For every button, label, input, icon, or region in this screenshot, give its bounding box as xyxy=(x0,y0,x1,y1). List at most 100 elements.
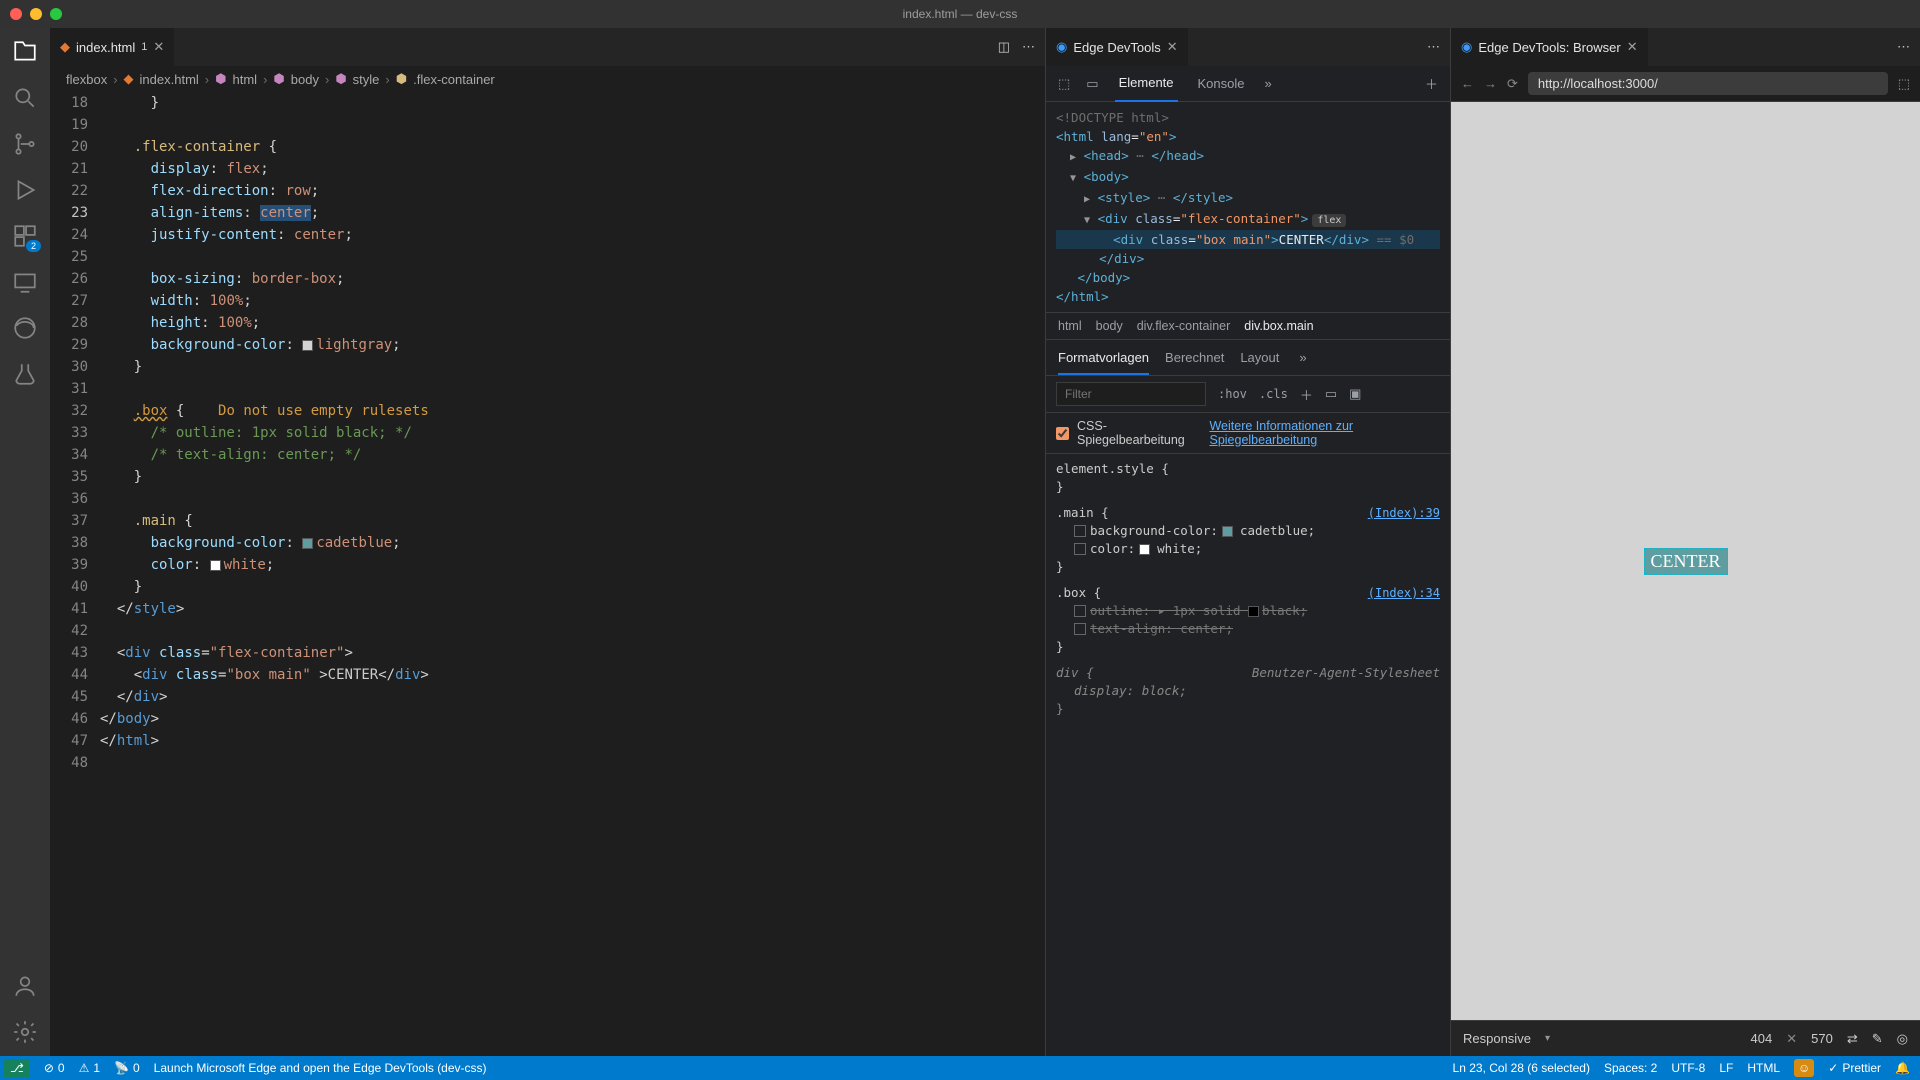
dom-tree[interactable]: <!DOCTYPE html> <html lang="en"> ▶ <head… xyxy=(1046,102,1450,312)
breadcrumb-item[interactable]: flexbox xyxy=(66,72,107,87)
breadcrumb-item[interactable]: style xyxy=(353,72,380,87)
reload-icon[interactable]: ⟳ xyxy=(1507,76,1518,92)
code-lines[interactable]: } .flex-container { display: flex; flex-… xyxy=(100,92,1045,1056)
extensions-icon[interactable]: 2 xyxy=(11,222,39,250)
dom-node[interactable]: </body> xyxy=(1056,268,1440,287)
prettier-status[interactable]: ✓ Prettier xyxy=(1828,1061,1881,1075)
maximize-window-button[interactable] xyxy=(50,8,62,20)
edge-icon[interactable] xyxy=(11,314,39,342)
dom-node[interactable]: ▶ <head> ⋯ </head> xyxy=(1056,146,1440,167)
url-input[interactable]: http://localhost:3000/ xyxy=(1528,72,1888,95)
split-editor-icon[interactable]: ◫ xyxy=(998,39,1010,55)
prop-checkbox[interactable] xyxy=(1074,543,1086,555)
rule-selector[interactable]: .main { xyxy=(1056,505,1109,520)
encoding[interactable]: UTF-8 xyxy=(1671,1061,1705,1075)
remote-indicator[interactable]: ⎇ xyxy=(4,1059,30,1077)
source-link[interactable]: (Index):39 xyxy=(1368,504,1440,522)
cls-toggle[interactable]: .cls xyxy=(1259,387,1288,401)
dom-node[interactable]: <html lang="en"> xyxy=(1056,127,1440,146)
elements-tab[interactable]: Elemente xyxy=(1115,66,1178,102)
chevron-down-icon[interactable]: ▾ xyxy=(1545,1033,1550,1044)
more-icon[interactable]: ⋯ xyxy=(1022,39,1035,55)
more-icon[interactable]: ⋯ xyxy=(1897,39,1910,55)
devtools-tab[interactable]: ◉ Edge DevTools ✕ xyxy=(1046,28,1189,66)
crumb-item[interactable]: div.box.main xyxy=(1244,319,1313,333)
search-icon[interactable] xyxy=(11,84,39,112)
devtools-breadcrumb[interactable]: html body div.flex-container div.box.mai… xyxy=(1046,312,1450,340)
record-icon[interactable]: ◎ xyxy=(1897,1031,1908,1047)
breadcrumb-item[interactable]: index.html xyxy=(140,72,199,87)
breadcrumb-item[interactable]: body xyxy=(291,72,319,87)
dom-node-selected[interactable]: <div class="box main">CENTER</div> == $0 xyxy=(1056,230,1440,249)
toggle-icon[interactable]: ▭ xyxy=(1325,386,1337,402)
breadcrumb-item[interactable]: .flex-container xyxy=(413,72,495,87)
dom-node[interactable]: ▼ <div class="flex-container">flex xyxy=(1056,209,1440,230)
gear-icon[interactable] xyxy=(11,1018,39,1046)
flex-badge[interactable]: flex xyxy=(1312,214,1346,227)
viewport-width[interactable]: 404 xyxy=(1751,1031,1773,1046)
explorer-icon[interactable] xyxy=(11,38,39,66)
layout-tab[interactable]: Layout xyxy=(1240,350,1279,365)
code-editor[interactable]: 1819202122232425262728293031323334353637… xyxy=(50,92,1045,1056)
prop-checkbox[interactable] xyxy=(1074,623,1086,635)
styles-tab[interactable]: Formatvorlagen xyxy=(1058,350,1149,375)
launch-task[interactable]: Launch Microsoft Edge and open the Edge … xyxy=(154,1061,487,1075)
more-tabs-icon[interactable]: » xyxy=(1299,350,1306,365)
responsive-mode-select[interactable]: Responsive xyxy=(1463,1031,1531,1046)
crumb-item[interactable]: body xyxy=(1096,319,1123,333)
eol[interactable]: LF xyxy=(1719,1061,1733,1075)
dom-node[interactable]: </html> xyxy=(1056,287,1440,306)
styles-rules[interactable]: element.style {} (Index):39 .main { back… xyxy=(1046,454,1450,1056)
test-icon[interactable] xyxy=(11,360,39,388)
close-icon[interactable]: ✕ xyxy=(1167,39,1178,55)
source-link[interactable]: (Index):34 xyxy=(1368,584,1440,602)
console-tab[interactable]: Konsole xyxy=(1194,66,1249,102)
close-window-button[interactable] xyxy=(10,8,22,20)
browser-viewport[interactable]: CENTER xyxy=(1451,102,1920,1020)
dom-node[interactable]: </div> xyxy=(1056,249,1440,268)
screenshot-icon[interactable]: ✎ xyxy=(1872,1031,1883,1047)
computed-tab[interactable]: Berechnet xyxy=(1165,350,1224,365)
run-debug-icon[interactable] xyxy=(11,176,39,204)
hov-toggle[interactable]: :hov xyxy=(1218,387,1247,401)
close-icon[interactable]: ✕ xyxy=(153,39,164,55)
source-control-icon[interactable] xyxy=(11,130,39,158)
add-tab-icon[interactable]: ＋ xyxy=(1425,74,1438,93)
breadcrumb-item[interactable]: html xyxy=(233,72,258,87)
breadcrumb[interactable]: flexbox› ◆index.html› ⬢html› ⬢body› ⬢sty… xyxy=(50,66,1045,92)
device-icon[interactable]: ▭ xyxy=(1086,76,1098,92)
crumb-item[interactable]: div.flex-container xyxy=(1137,319,1231,333)
inspect-icon[interactable]: ⬚ xyxy=(1898,76,1910,92)
styles-filter-input[interactable] xyxy=(1056,382,1206,406)
prop-checkbox[interactable] xyxy=(1074,605,1086,617)
close-icon[interactable]: ✕ xyxy=(1627,39,1638,55)
back-icon[interactable]: ← xyxy=(1461,76,1474,91)
more-tabs-icon[interactable]: » xyxy=(1265,76,1272,91)
rule-selector[interactable]: element.style { xyxy=(1056,461,1169,476)
viewport-height[interactable]: 570 xyxy=(1811,1031,1833,1046)
editor-tab[interactable]: ◆ index.html 1 ✕ xyxy=(50,28,175,66)
browser-tab[interactable]: ◉ Edge DevTools: Browser ✕ xyxy=(1451,28,1649,66)
feedback-icon[interactable]: ☺ xyxy=(1794,1059,1814,1077)
problems-errors[interactable]: ⊘ 0 xyxy=(44,1061,65,1075)
remote-icon[interactable] xyxy=(11,268,39,296)
language-mode[interactable]: HTML xyxy=(1747,1061,1780,1075)
minimize-window-button[interactable] xyxy=(30,8,42,20)
account-icon[interactable] xyxy=(11,972,39,1000)
css-mirror-checkbox[interactable] xyxy=(1056,427,1069,440)
prop-checkbox[interactable] xyxy=(1074,525,1086,537)
inspect-icon[interactable]: ⬚ xyxy=(1058,76,1070,92)
notifications-icon[interactable]: 🔔 xyxy=(1895,1061,1910,1075)
ports-indicator[interactable]: 📡 0 xyxy=(114,1061,140,1075)
toggle-icon[interactable]: ▣ xyxy=(1349,386,1361,402)
cursor-position[interactable]: Ln 23, Col 28 (6 selected) xyxy=(1453,1061,1590,1075)
more-icon[interactable]: ⋯ xyxy=(1427,39,1440,55)
dom-node[interactable]: <!DOCTYPE html> xyxy=(1056,108,1440,127)
forward-icon[interactable]: → xyxy=(1484,76,1497,91)
problems-warnings[interactable]: ⚠ 1 xyxy=(79,1061,100,1075)
css-mirror-link[interactable]: Weitere Informationen zur Spiegelbearbei… xyxy=(1209,419,1440,447)
dom-node[interactable]: ▼ <body> xyxy=(1056,167,1440,188)
dom-node[interactable]: ▶ <style> ⋯ </style> xyxy=(1056,188,1440,209)
indent-setting[interactable]: Spaces: 2 xyxy=(1604,1061,1657,1075)
new-style-icon[interactable]: ＋ xyxy=(1300,385,1313,404)
